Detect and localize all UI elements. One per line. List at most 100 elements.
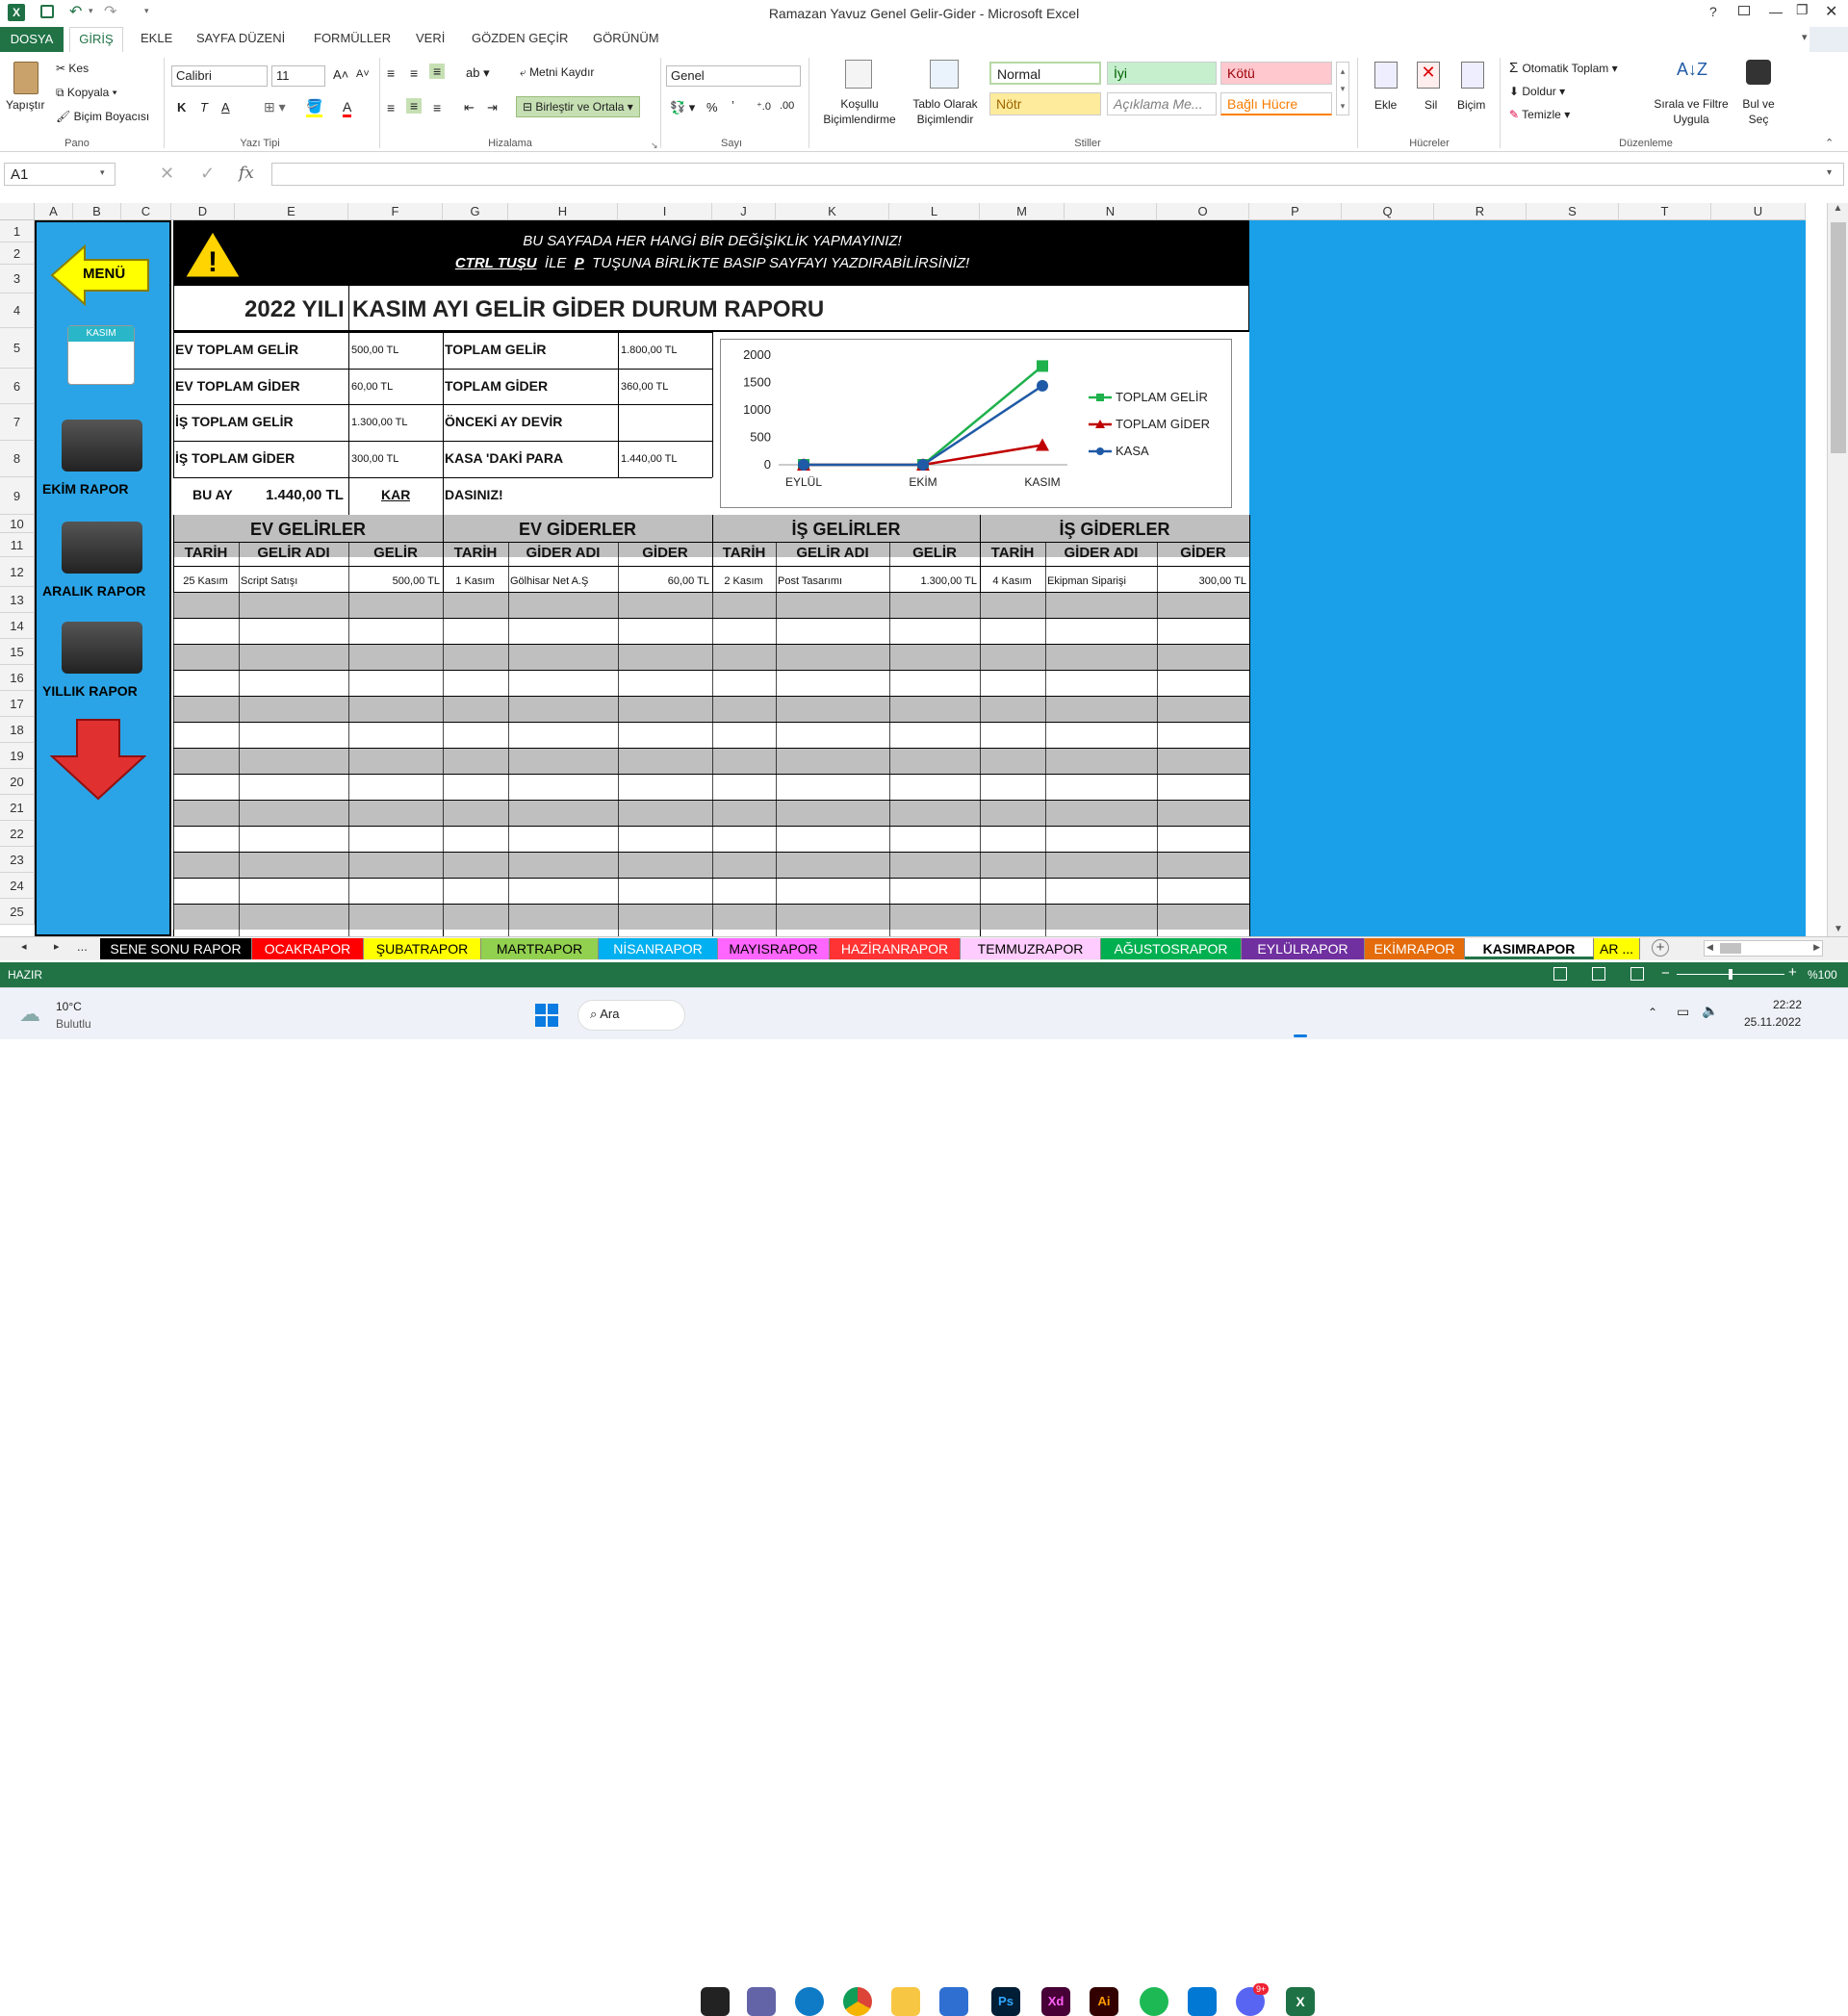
row-header[interactable]: 16 bbox=[0, 665, 35, 691]
sheet-tab[interactable]: AĞUSTOSRAPOR bbox=[1101, 938, 1242, 959]
fill-color-icon[interactable]: 🪣 bbox=[306, 98, 323, 117]
row-header[interactable]: 5 bbox=[0, 328, 35, 369]
row-header[interactable]: 7 bbox=[0, 404, 35, 441]
entry-cell[interactable]: 60,00 TL bbox=[618, 575, 709, 587]
column-header[interactable]: E bbox=[235, 203, 348, 220]
entry-cell[interactable]: Ekipman Siparişi bbox=[1045, 575, 1154, 587]
column-header[interactable]: N bbox=[1065, 203, 1157, 220]
row-header[interactable]: 24 bbox=[0, 873, 35, 899]
binoculars-icon[interactable] bbox=[1746, 60, 1771, 85]
table-row[interactable] bbox=[173, 644, 1249, 670]
save-icon[interactable] bbox=[40, 5, 54, 18]
entry-cell[interactable]: 1.300,00 TL bbox=[889, 575, 977, 587]
ribbon-collapse-icon[interactable]: ▾ bbox=[1802, 31, 1808, 43]
printer-icon[interactable] bbox=[62, 622, 142, 674]
teams-chat-icon[interactable] bbox=[747, 1987, 776, 2016]
row-header[interactable]: 14 bbox=[0, 613, 35, 639]
style-bad[interactable]: Kötü bbox=[1220, 62, 1332, 85]
style-linked-cell[interactable]: Bağlı Hücre bbox=[1220, 92, 1332, 115]
insert-cells-icon[interactable] bbox=[1374, 62, 1398, 89]
aralik-rapor-button[interactable]: ARALIK RAPOR bbox=[42, 583, 145, 599]
row-header[interactable]: 4 bbox=[0, 293, 35, 328]
row-header[interactable]: 6 bbox=[0, 369, 35, 404]
align-right-icon[interactable]: ≡ bbox=[433, 100, 441, 115]
merge-center-button[interactable]: ⊟ Birleştir ve Ortala ▾ bbox=[516, 96, 640, 117]
conditional-format-icon[interactable] bbox=[845, 60, 872, 89]
restore-button[interactable]: ❐ bbox=[1796, 2, 1809, 18]
calendar-icon[interactable]: KASIM bbox=[67, 325, 135, 385]
row-header[interactable]: 3 bbox=[0, 265, 35, 293]
zoom-level[interactable]: %100 bbox=[1808, 968, 1837, 982]
sheet-tab[interactable]: MAYISRAPOR bbox=[718, 938, 830, 959]
row-header[interactable]: 11 bbox=[0, 533, 35, 557]
row-header[interactable]: 21 bbox=[0, 795, 35, 821]
vscode-icon[interactable] bbox=[1188, 1987, 1217, 2016]
row-header[interactable]: 20 bbox=[0, 769, 35, 795]
percent-button[interactable]: % bbox=[706, 100, 718, 115]
table-row[interactable] bbox=[173, 618, 1249, 644]
row-header[interactable]: 19 bbox=[0, 743, 35, 769]
dialog-launcher-icon[interactable]: ↘ bbox=[651, 140, 658, 151]
row-header[interactable]: 25 bbox=[0, 899, 35, 925]
font-name-select[interactable]: Calibri bbox=[171, 65, 268, 87]
borders-icon[interactable]: ⊞ ▾ bbox=[264, 99, 286, 115]
clock-date[interactable]: 25.11.2022 bbox=[1744, 1015, 1801, 1029]
tab-gorunum[interactable]: GÖRÜNÜM bbox=[593, 31, 659, 45]
ribbon-display-icon[interactable] bbox=[1738, 6, 1750, 15]
excel-taskbar-icon[interactable]: X bbox=[1286, 1987, 1315, 2016]
yillik-rapor-button[interactable]: YILLIK RAPOR bbox=[42, 683, 138, 699]
help-button[interactable]: ? bbox=[1709, 4, 1717, 19]
store-icon[interactable] bbox=[939, 1987, 968, 2016]
sort-filter-icon[interactable]: A↓Z bbox=[1677, 60, 1707, 80]
row-header[interactable]: 23 bbox=[0, 847, 35, 873]
row-header[interactable]: 12 bbox=[0, 557, 35, 587]
sheet-tab[interactable]: EYLÜLRAPOR bbox=[1242, 938, 1365, 959]
underline-button[interactable]: A bbox=[221, 100, 230, 115]
sheet-tab[interactable]: TEMMUZRAPOR bbox=[961, 938, 1101, 959]
style-normal[interactable]: Normal bbox=[989, 62, 1101, 85]
column-header[interactable]: A bbox=[35, 203, 73, 220]
format-table-icon[interactable] bbox=[930, 60, 959, 89]
style-explanatory[interactable]: Açıklama Me... bbox=[1107, 92, 1217, 115]
confirm-entry-icon[interactable]: ✓ bbox=[200, 164, 215, 184]
tab-sayfa-duzeni[interactable]: SAYFA DÜZENİ bbox=[196, 31, 285, 45]
style-good[interactable]: İyi bbox=[1107, 62, 1217, 85]
add-sheet-icon[interactable]: + bbox=[1652, 939, 1669, 957]
volume-icon[interactable]: 🔈 bbox=[1702, 1003, 1718, 1019]
column-header[interactable]: L bbox=[889, 203, 980, 220]
table-row[interactable] bbox=[173, 878, 1249, 904]
edge-icon[interactable] bbox=[795, 1987, 824, 2016]
page-layout-view-icon[interactable] bbox=[1592, 967, 1605, 981]
column-header[interactable]: H bbox=[508, 203, 618, 220]
horizontal-scrollbar[interactable]: ◀ ▶ bbox=[1704, 940, 1823, 957]
entry-cell[interactable]: Script Satışı bbox=[239, 575, 346, 587]
align-top-icon[interactable]: ≡ bbox=[387, 65, 395, 81]
cancel-entry-icon[interactable]: ✕ bbox=[160, 164, 174, 184]
column-header[interactable]: J bbox=[712, 203, 776, 220]
column-header[interactable]: B bbox=[73, 203, 121, 220]
increase-indent-icon[interactable]: ⇥ bbox=[487, 100, 498, 115]
sheet-tab[interactable]: MARTRAPOR bbox=[481, 938, 599, 959]
sheet-tab[interactable]: OCAKRAPOR bbox=[252, 938, 364, 959]
row-header[interactable]: 9 bbox=[0, 477, 35, 515]
row-header[interactable]: 1 bbox=[0, 220, 35, 242]
entry-cell[interactable]: 4 Kasım bbox=[980, 575, 1042, 587]
hscroll-right-icon[interactable]: ▶ bbox=[1813, 942, 1820, 953]
table-row[interactable] bbox=[173, 592, 1249, 618]
weather-icon[interactable]: ☁ bbox=[19, 1002, 40, 1027]
clock-time[interactable]: 22:22 bbox=[1773, 998, 1802, 1011]
tab-formuller[interactable]: FORMÜLLER bbox=[314, 31, 391, 45]
font-color-icon[interactable]: A bbox=[343, 99, 352, 117]
sheet-tab[interactable]: ŞUBATRAPOR bbox=[364, 938, 481, 959]
entry-cell[interactable]: Post Tasarımı bbox=[776, 575, 886, 587]
tab-dosya[interactable]: DOSYA bbox=[0, 27, 64, 52]
normal-view-icon[interactable] bbox=[1553, 967, 1567, 981]
entry-cell[interactable]: 300,00 TL bbox=[1157, 575, 1246, 587]
scroll-down-icon[interactable]: ▼ bbox=[1828, 924, 1848, 934]
row-header[interactable]: 2 bbox=[0, 242, 35, 265]
style-neutral[interactable]: Nötr bbox=[989, 92, 1101, 115]
column-header[interactable]: D bbox=[171, 203, 235, 220]
column-header[interactable]: O bbox=[1157, 203, 1249, 220]
printer-icon[interactable] bbox=[62, 420, 142, 472]
row-header[interactable]: 15 bbox=[0, 639, 35, 665]
